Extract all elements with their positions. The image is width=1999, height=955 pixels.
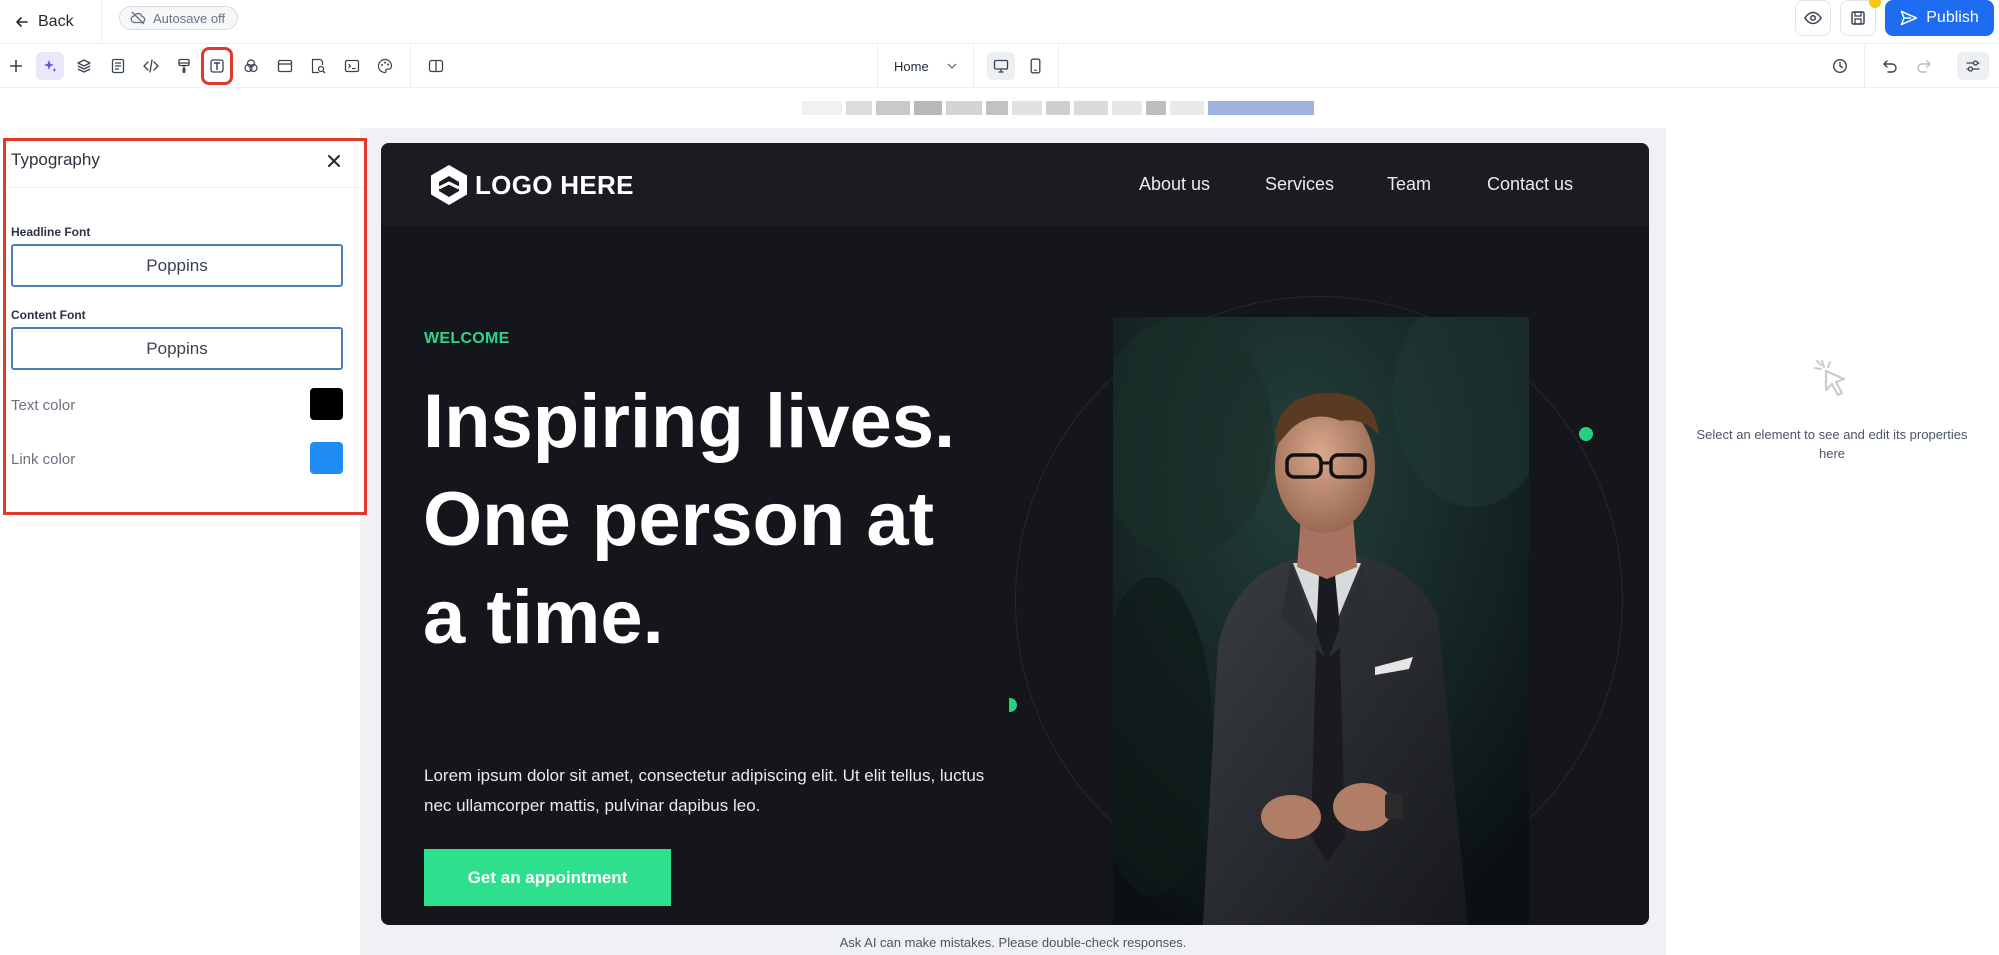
color-circles-icon bbox=[243, 58, 259, 74]
redo-icon bbox=[1916, 59, 1932, 73]
plus-icon bbox=[9, 59, 23, 73]
page-selector[interactable]: Home bbox=[877, 44, 974, 88]
layers-button[interactable] bbox=[70, 52, 98, 80]
divider bbox=[1864, 44, 1865, 88]
hero-headline: Inspiring lives. One person at a time. bbox=[423, 379, 956, 660]
styles-button[interactable] bbox=[170, 52, 198, 80]
integrations-button[interactable] bbox=[371, 52, 399, 80]
ai-disclaimer: Ask AI can make mistakes. Please double-… bbox=[839, 935, 1187, 950]
close-icon bbox=[327, 154, 341, 168]
desktop-icon bbox=[993, 59, 1009, 73]
undo-button[interactable] bbox=[1876, 52, 1904, 80]
site-logo[interactable]: LOGO HERE bbox=[427, 163, 634, 207]
headline-font-label: Headline Font bbox=[11, 225, 91, 239]
ask-ai-button[interactable] bbox=[36, 52, 64, 80]
browser-window-icon bbox=[277, 59, 293, 73]
toggle-split-view-button[interactable] bbox=[422, 52, 450, 80]
text-color-label: Text color bbox=[11, 397, 76, 414]
redo-button[interactable] bbox=[1910, 52, 1938, 80]
mobile-view-button[interactable] bbox=[1021, 52, 1049, 80]
site-header: LOGO HERE About us Services Team Contact… bbox=[381, 143, 1649, 226]
divider bbox=[6, 187, 364, 188]
content-font-label: Content Font bbox=[11, 308, 86, 322]
autosave-toggle[interactable]: Autosave off bbox=[119, 6, 239, 30]
hero-eyebrow: WELCOME bbox=[424, 330, 510, 347]
hexagon-logo-icon bbox=[427, 163, 471, 207]
nav-link-about[interactable]: About us bbox=[1139, 174, 1210, 195]
hero-body-text: Lorem ipsum dolor sit amet, consectetur … bbox=[424, 766, 985, 815]
page-select-value: Home bbox=[894, 58, 929, 74]
hero-photo bbox=[1113, 317, 1529, 925]
palette-icon bbox=[377, 58, 393, 74]
chevron-down-icon bbox=[947, 63, 957, 69]
divider bbox=[101, 0, 102, 44]
typography-panel: Typography Headline Font Poppins Content… bbox=[3, 138, 367, 515]
add-element-button[interactable] bbox=[2, 52, 30, 80]
terminal-button[interactable] bbox=[338, 52, 366, 80]
arrow-left-icon bbox=[14, 14, 30, 30]
decorative-dot bbox=[1579, 427, 1593, 441]
sliders-icon bbox=[1965, 59, 1981, 73]
publish-label: Publish bbox=[1926, 9, 1979, 26]
website-preview: LOGO HERE About us Services Team Contact… bbox=[381, 143, 1649, 925]
sparkles-icon bbox=[42, 58, 58, 74]
link-color-label: Link color bbox=[11, 451, 76, 468]
publish-button[interactable]: Publish bbox=[1885, 0, 1994, 36]
properties-panel bbox=[1666, 128, 1999, 955]
terminal-icon bbox=[344, 59, 360, 73]
blurred-url-bar bbox=[680, 88, 1435, 128]
properties-hint: Select an element to see and edit its pr… bbox=[1696, 427, 1968, 461]
split-view-icon bbox=[428, 59, 444, 73]
eye-icon bbox=[1804, 11, 1822, 25]
device-switcher bbox=[975, 44, 1059, 88]
mobile-icon bbox=[1030, 58, 1041, 74]
divider bbox=[410, 44, 411, 88]
typography-button[interactable] bbox=[201, 47, 233, 85]
code-button[interactable] bbox=[137, 52, 165, 80]
undo-icon bbox=[1882, 59, 1898, 73]
cursor-click-icon bbox=[1812, 357, 1852, 399]
content-font-select[interactable]: Poppins bbox=[11, 327, 343, 370]
back-label: Back bbox=[38, 13, 74, 30]
document-icon bbox=[111, 58, 125, 74]
logo-text: LOGO HERE bbox=[475, 169, 634, 200]
history-button[interactable] bbox=[1826, 52, 1854, 80]
nav-link-contact[interactable]: Contact us bbox=[1487, 174, 1573, 195]
cloud-off-icon bbox=[130, 11, 146, 25]
close-button[interactable] bbox=[322, 149, 346, 173]
nav-link-services[interactable]: Services bbox=[1265, 174, 1334, 195]
headline-font-select[interactable]: Poppins bbox=[11, 244, 343, 287]
text-color-swatch[interactable] bbox=[310, 388, 343, 420]
unsaved-indicator bbox=[1869, 0, 1881, 8]
top-bar: Back Autosave off Publish bbox=[0, 0, 1999, 44]
autosave-label: Autosave off bbox=[153, 10, 226, 26]
sections-button[interactable] bbox=[271, 52, 299, 80]
settings-button[interactable] bbox=[1957, 52, 1989, 80]
code-icon bbox=[143, 59, 159, 73]
nav-link-team[interactable]: Team bbox=[1387, 174, 1431, 195]
preview-button[interactable] bbox=[1795, 0, 1831, 36]
colors-button[interactable] bbox=[237, 52, 265, 80]
back-button[interactable]: Back bbox=[8, 6, 80, 38]
seo-button[interactable] bbox=[304, 52, 332, 80]
desktop-view-button[interactable] bbox=[987, 52, 1015, 80]
panel-title: Typography bbox=[11, 150, 100, 169]
decorative-dot bbox=[1009, 698, 1017, 712]
layers-icon bbox=[76, 58, 92, 74]
send-icon bbox=[1900, 10, 1918, 26]
link-color-swatch[interactable] bbox=[310, 442, 343, 474]
clock-icon bbox=[1832, 58, 1848, 74]
pages-button[interactable] bbox=[104, 52, 132, 80]
document-search-icon bbox=[310, 58, 326, 74]
appointment-button[interactable]: Get an appointment bbox=[424, 849, 671, 906]
text-icon bbox=[210, 59, 224, 73]
floppy-disk-icon bbox=[1850, 10, 1866, 26]
paint-brush-icon bbox=[177, 58, 191, 74]
